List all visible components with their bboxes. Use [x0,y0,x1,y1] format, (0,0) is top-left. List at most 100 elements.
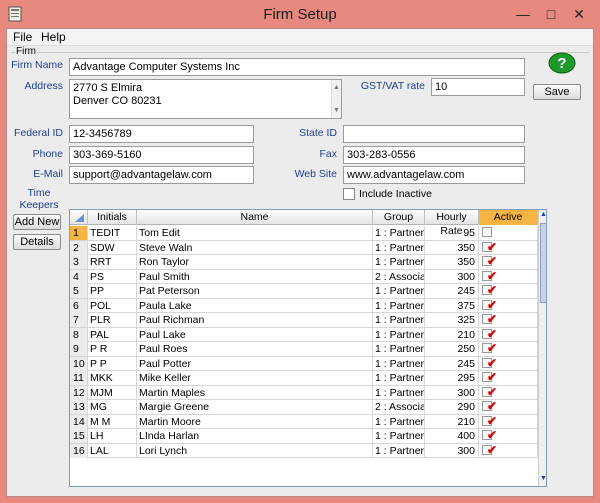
cell-initials[interactable]: LAL [88,443,137,458]
scroll-down-icon[interactable]: ▼ [333,104,340,117]
cell-group[interactable]: 1 : Partner [373,342,425,356]
cell-initials[interactable]: PLR [88,313,137,327]
active-checkbox[interactable]: ✔ [479,385,538,400]
row-number[interactable]: 12 [70,385,88,400]
email-field[interactable]: support@advantagelaw.com [69,166,254,184]
cell-rate[interactable]: 300 [425,385,479,400]
address-field[interactable]: 2770 S Elmira Denver CO 80231 ▲ ▼ [69,79,342,119]
maximize-icon[interactable]: □ [538,4,564,24]
table-row[interactable]: 10 P P Paul Potter 1 : Partner 245 ✔ [70,356,538,371]
cell-name[interactable]: Pat Peterson [137,284,373,298]
cell-initials[interactable]: MKK [88,371,137,385]
cell-name[interactable]: Mike Keller [137,371,373,385]
cell-name[interactable]: Paula Lake [137,298,373,313]
cell-name[interactable]: Martin Maples [137,385,373,400]
cell-rate[interactable]: 350 [425,255,479,269]
scroll-up-icon[interactable]: ▲ [333,81,340,94]
cell-name[interactable]: Paul Potter [137,356,373,371]
cell-initials[interactable]: LH [88,429,137,443]
row-number[interactable]: 3 [70,255,88,269]
active-checkbox[interactable]: ✔ [479,240,538,255]
cell-name[interactable]: Margie Greene [137,400,373,414]
include-inactive-checkbox[interactable] [343,188,355,200]
cell-group[interactable]: 1 : Partner [373,255,425,269]
table-row[interactable]: 11 MKK Mike Keller 1 : Partner 295 ✔ [70,371,538,386]
cell-group[interactable]: 1 : Partner [373,226,425,240]
cell-group[interactable]: 1 : Partner [373,356,425,371]
cell-group[interactable]: 2 : Associat [373,269,425,284]
table-row[interactable]: 16 LAL Lori Lynch 1 : Partner 300 ✔ [70,443,538,458]
table-row[interactable]: 5 PP Pat Peterson 1 : Partner 245 ✔ [70,284,538,299]
phone-field[interactable]: 303-369-5160 [69,146,254,164]
cell-name[interactable]: Paul Smith [137,269,373,284]
row-number[interactable]: 11 [70,371,88,385]
cell-group[interactable]: 2 : Associat [373,400,425,414]
scroll-up-icon[interactable]: ▲ [539,211,546,221]
cell-rate[interactable]: 350 [425,240,479,255]
cell-initials[interactable]: PP [88,284,137,298]
save-button[interactable]: Save [533,84,581,100]
cell-rate[interactable]: 250 [425,342,479,356]
table-row[interactable]: 13 MG Margie Greene 2 : Associat 290 ✔ [70,400,538,415]
row-number[interactable]: 16 [70,443,88,458]
cell-group[interactable]: 1 : Partner [373,443,425,458]
cell-rate[interactable]: 400 [425,429,479,443]
cell-rate[interactable]: 325 [425,313,479,327]
website-field[interactable]: www.advantagelaw.com [343,166,525,184]
grid-scrollbar[interactable]: ▲ ▼ [538,210,546,486]
add-new-button[interactable]: Add New [13,214,61,230]
active-checkbox[interactable]: ✔ [479,443,538,458]
table-row[interactable]: 1 TEDIT Tom Edit 1 : Partner 95 [70,226,538,241]
column-header-name[interactable]: Name [137,210,373,225]
cell-initials[interactable]: RRT [88,255,137,269]
active-checkbox[interactable]: ✔ [479,429,538,443]
table-row[interactable]: 2 SDW Steve Waln 1 : Partner 350 ✔ [70,240,538,255]
cell-initials[interactable]: TEDIT [88,226,137,240]
cell-group[interactable]: 1 : Partner [373,313,425,327]
column-header-group[interactable]: Group [373,210,425,225]
cell-initials[interactable]: MJM [88,385,137,400]
active-checkbox[interactable] [479,226,538,240]
cell-rate[interactable]: 210 [425,414,479,429]
cell-rate[interactable]: 375 [425,298,479,313]
table-row[interactable]: 15 LH LInda Harlan 1 : Partner 400 ✔ [70,429,538,444]
cell-initials[interactable]: M M [88,414,137,429]
menu-help[interactable]: Help [41,30,66,44]
cell-name[interactable]: Ron Taylor [137,255,373,269]
cell-rate[interactable]: 210 [425,327,479,342]
active-checkbox[interactable]: ✔ [479,342,538,356]
active-checkbox[interactable]: ✔ [479,414,538,429]
details-button[interactable]: Details [13,234,61,250]
cell-rate[interactable]: 245 [425,356,479,371]
row-number[interactable]: 9 [70,342,88,356]
address-scrollbar[interactable]: ▲ ▼ [331,80,341,118]
active-checkbox[interactable]: ✔ [479,400,538,414]
menu-file[interactable]: File [13,30,32,44]
table-row[interactable]: 7 PLR Paul Richman 1 : Partner 325 ✔ [70,313,538,328]
federal-id-field[interactable]: 12-3456789 [69,125,254,143]
active-checkbox[interactable]: ✔ [479,371,538,385]
cell-initials[interactable]: P R [88,342,137,356]
table-row[interactable]: 14 M M Martin Moore 1 : Partner 210 ✔ [70,414,538,429]
cell-rate[interactable]: 95 [425,226,479,240]
title-bar[interactable]: Firm Setup — □ ✕ [0,0,600,28]
active-checkbox[interactable]: ✔ [479,284,538,298]
active-checkbox[interactable]: ✔ [479,298,538,313]
active-checkbox[interactable]: ✔ [479,356,538,371]
cell-initials[interactable]: PAL [88,327,137,342]
column-header-initials[interactable]: Initials [88,210,137,225]
cell-name[interactable]: Paul Richman [137,313,373,327]
row-number[interactable]: 8 [70,327,88,342]
cell-group[interactable]: 1 : Partner [373,371,425,385]
active-checkbox[interactable]: ✔ [479,313,538,327]
cell-initials[interactable]: PS [88,269,137,284]
cell-group[interactable]: 1 : Partner [373,414,425,429]
cell-name[interactable]: Paul Lake [137,327,373,342]
cell-rate[interactable]: 295 [425,371,479,385]
cell-initials[interactable]: SDW [88,240,137,255]
table-row[interactable]: 8 PAL Paul Lake 1 : Partner 210 ✔ [70,327,538,342]
scroll-thumb[interactable] [540,223,546,303]
cell-initials[interactable]: P P [88,356,137,371]
firm-name-field[interactable]: Advantage Computer Systems Inc [69,58,525,76]
cell-group[interactable]: 1 : Partner [373,284,425,298]
